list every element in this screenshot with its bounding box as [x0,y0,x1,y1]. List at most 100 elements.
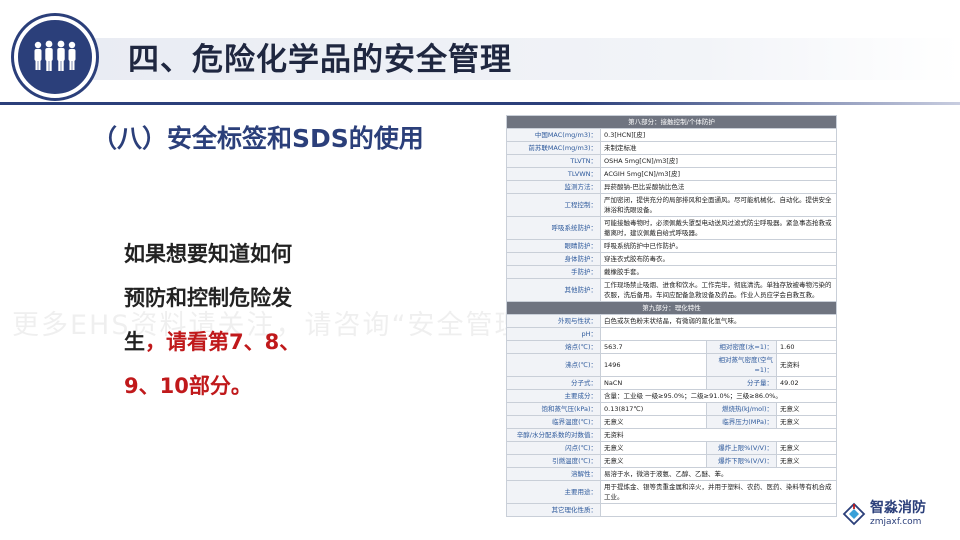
sds-value: 易溶于水，微溶于液氨、乙醇、乙醚、苯。 [599,467,838,481]
sds-label: 外观与性状： [506,314,601,328]
sds-label: 呼吸系统防护： [506,216,601,240]
sds-label: 熔点(℃)： [506,340,601,354]
sds-value: 无意义 [775,454,838,468]
sds-value: 呼吸系统防护中已作防护。 [599,239,838,253]
sds-label: 爆炸下限%(V/V)： [706,454,777,468]
sds-table-image: 第八部分：接触控制/个体防护 中国MAC(mg/m3)： 0.3[HCN][皮] 前苏… [505,115,838,517]
sds-row: 身体防护： 穿连衣式胶布防毒衣。 [506,252,838,266]
sds-value: 无意义 [600,415,707,429]
sds-label: 相对蒸气密度(空气=1)： [706,353,777,377]
sds-row: pH： [506,327,838,341]
sds-label: TLVWN： [506,167,601,181]
sds-row: 眼睛防护： 呼吸系统防护中已作防护。 [506,239,838,253]
sds-value: 含量：工业级 一级≥95.0%；二级≥91.0%；三级≥86.0%。 [599,389,838,403]
sds-row: 引燃温度(℃)： 无意义 爆炸下限%(V/V)： 无意义 [506,454,838,468]
sds-label: 工程控制： [506,193,601,217]
sds-label: pH： [506,327,601,341]
sds-value: 1.60 [775,340,838,354]
sds-label: 闪点(℃)： [506,441,601,455]
sds-label: 饱和蒸气压(kPa)： [506,402,601,416]
sds-label: 前苏联MAC(mg/m3)： [506,141,601,155]
sds-value: 严加密闭，提供充分的局部排风和全面通风。尽可能机械化、自动化。提供安全淋浴和洗眼… [599,193,838,217]
sds-label: 中国MAC(mg/m3)： [506,128,601,142]
section-subtitle: （八）安全标签和SDS的使用 [92,124,424,153]
brand-url: zmjaxf.com [870,517,922,527]
sds-value: 0.3[HCN][皮] [599,128,838,142]
sds-value [599,327,838,341]
sds-value: OSHA 5mg[CN]/m3[皮] [599,154,838,168]
sds-value: NaCN [600,376,707,390]
sds-label: TLVTN： [506,154,601,168]
sds-value: 无资料 [775,353,838,377]
body-text: 如果想要知道如何 预防和控制危险发 生，请看第7、8、 9、10部分。 [124,232,334,408]
body-line-3-prefix: 生 [124,330,145,354]
sds-section-header: 第八部分：接触控制/个体防护 [505,115,838,129]
sds-row: 熔点(℃)： 563.7 相对密度(水=1)： 1.60 [506,340,838,354]
sds-label: 监测方法： [506,180,601,194]
sds-value: 用于提炼金、银等贵重金属和淬火，并用于塑料、农药、医药、染料等有机合成工业。 [599,480,838,504]
sds-label: 临界温度(℃)： [506,415,601,429]
sds-row: 饱和蒸气压(kPa)： 0.13(817℃) 燃烧热(kJ/mol)： 无意义 [506,402,838,416]
sds-value: 戴橡胶手套。 [599,265,838,279]
sds-label: 爆炸上限%(V/V)： [706,441,777,455]
sds-row: 分子式： NaCN 分子量： 49.02 [506,376,838,390]
sds-label: 其他防护： [506,278,601,302]
body-line-3-highlight: ，请看第7、8、 [145,330,301,354]
sds-row: 主要用途： 用于提炼金、银等贵重金属和淬火，并用于塑料、农药、医药、染料等有机合成… [506,480,838,504]
sds-row: 前苏联MAC(mg/m3)： 未制定标准 [506,141,838,155]
body-line-1: 如果想要知道如何 [124,242,292,266]
sds-row: 闪点(℃)： 无意义 爆炸上限%(V/V)： 无意义 [506,441,838,455]
brand-name: 智淼消防 [870,500,926,516]
sds-row: 其他防护： 工作现场禁止吸烟、进食和饮水。工作完毕，彻底清洗。单独存放被毒物污染的… [506,278,838,302]
sds-value: 无意义 [600,441,707,455]
sds-label: 燃烧热(kJ/mol)： [706,402,777,416]
sds-label: 临界压力(MPa)： [706,415,777,429]
sds-label: 分子量： [706,376,777,390]
sds-value: 白色或灰色粉末状结晶，有微弱的氰化氢气味。 [599,314,838,328]
sds-value: 异菸酸钠-巴比妥酸钠比色法 [599,180,838,194]
sds-value: 无意义 [775,441,838,455]
sds-label: 溶解性： [506,467,601,481]
sds-label: 相对密度(水=1)： [706,340,777,354]
sds-row: 手防护： 戴橡胶手套。 [506,265,838,279]
sds-value: 未制定标准 [599,141,838,155]
sds-section-title: 第九部分：理化特性 [505,301,838,315]
body-line-4: 9、10部分。 [124,374,252,398]
sds-label: 辛醇/水分配系数的对数值： [506,428,601,442]
sds-row: 溶解性： 易溶于水，微溶于液氨、乙醇、乙醚、苯。 [506,467,838,481]
sds-table: 第八部分：接触控制/个体防护 中国MAC(mg/m3)： 0.3[HCN][皮] 前苏… [505,115,838,517]
body-line-3: 生，请看第7、8、 [124,320,334,364]
sds-value: 1496 [600,353,707,377]
sds-label: 主要成分： [506,389,601,403]
sds-label: 身体防护： [506,252,601,266]
sds-value: 无意义 [775,402,838,416]
sds-label: 主要用途： [506,480,601,504]
sds-row: 工程控制： 严加密闭，提供充分的局部排风和全面通风。尽可能机械化、自动化。提供安全… [506,193,838,217]
sds-value: 无意义 [600,454,707,468]
sds-row: 临界温度(℃)： 无意义 临界压力(MPa)： 无意义 [506,415,838,429]
sds-section-title: 第八部分：接触控制/个体防护 [505,115,838,129]
sds-label: 手防护： [506,265,601,279]
sds-row: 外观与性状： 白色或灰色粉末状结晶，有微弱的氰化氢气味。 [506,314,838,328]
people-group-icon [34,40,76,71]
sds-value: 无资料 [599,428,838,442]
sds-label: 眼睛防护： [506,239,601,253]
sds-value: 563.7 [600,340,707,354]
sds-row: 中国MAC(mg/m3)： 0.3[HCN][皮] [506,128,838,142]
header-divider [0,102,960,105]
sds-row: 监测方法： 异菸酸钠-巴比妥酸钠比色法 [506,180,838,194]
sds-value [599,503,838,517]
sds-value: 可能接触毒物时，必须佩戴头罩型电动送风过滤式防尘呼吸器。紧急事态抢救或撤离时，建… [599,216,838,240]
sds-row: TLVTN： OSHA 5mg[CN]/m3[皮] [506,154,838,168]
sds-label: 分子式： [506,376,601,390]
body-line-2: 预防和控制危险发 [124,286,292,310]
sds-row: 沸点(℃)： 1496 相对蒸气密度(空气=1)： 无资料 [506,353,838,377]
sds-value: 无意义 [775,415,838,429]
sds-label: 引燃温度(℃)： [506,454,601,468]
sds-value: 工作现场禁止吸烟、进食和饮水。工作完毕，彻底清洗。单独存放被毒物污染的衣服，洗后… [599,278,838,302]
page-title: 四、危险化学品的安全管理 [128,42,512,78]
sds-row: 主要成分： 含量：工业级 一级≥95.0%；二级≥91.0%；三级≥86.0%。 [506,389,838,403]
sds-value: 49.02 [775,376,838,390]
brand-logo-icon [842,502,866,526]
sds-label: 其它理化性质： [506,503,601,517]
